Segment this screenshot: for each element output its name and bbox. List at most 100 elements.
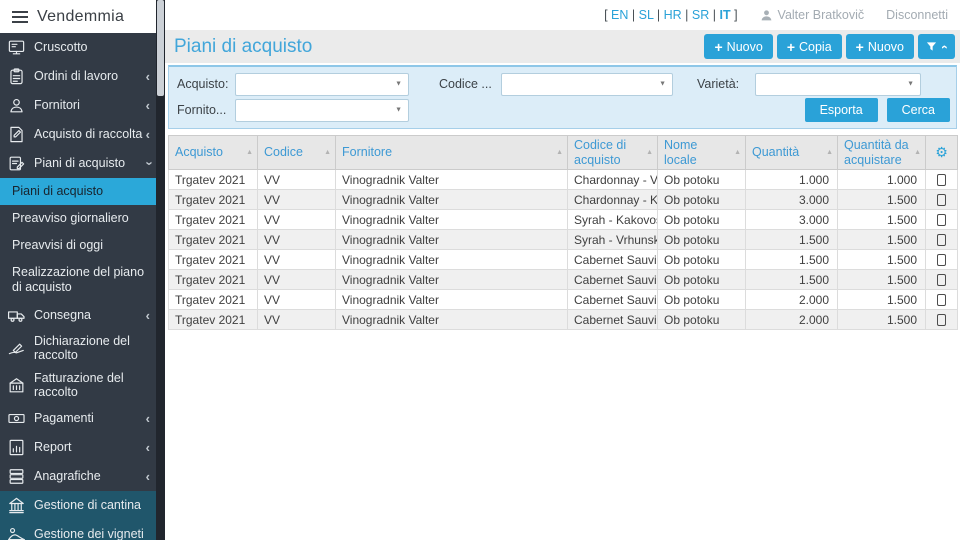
chevron-left-icon: ‹ xyxy=(146,70,150,83)
cell-codice-di-acquisto: Chardonnay - V... xyxy=(568,170,658,190)
submenu-item-preavvisi-di-oggi[interactable]: Preavvisi di oggi xyxy=(0,232,156,259)
cell-quantit-da-acquistare: 1.500 xyxy=(838,270,926,290)
submenu-item-realizzazione-del-piano-di-acquisto[interactable]: Realizzazione del piano di acquisto xyxy=(0,259,156,301)
sidebar-scrollbar[interactable] xyxy=(156,0,165,540)
sidebar-item-fatturazione-del-raccolto[interactable]: Fatturazione del raccolto xyxy=(0,367,156,404)
cell-quantit: 1.500 xyxy=(746,270,838,290)
language-link-sr[interactable]: SR xyxy=(692,8,709,22)
sidebar-item-ordini-di-lavoro[interactable]: Ordini di lavoro‹ xyxy=(0,62,156,91)
sidebar-item-anagrafiche[interactable]: Anagrafiche‹ xyxy=(0,462,156,491)
row-checkbox[interactable] xyxy=(937,174,946,186)
column-header-label: Fornitore xyxy=(342,145,392,159)
row-checkbox[interactable] xyxy=(937,194,946,206)
cell-fornitore: Vinogradnik Valter xyxy=(336,270,568,290)
cell-checkbox xyxy=(926,170,958,190)
harvest-purchase-icon xyxy=(4,125,28,145)
export-button[interactable]: Esporta xyxy=(805,98,878,122)
language-link-hr[interactable]: HR xyxy=(664,8,682,22)
user-info[interactable]: Valter Bratkovič xyxy=(760,8,865,22)
table-row[interactable]: Trgatev 2021VVVinogradnik ValterChardonn… xyxy=(169,190,958,210)
row-checkbox[interactable] xyxy=(937,274,946,286)
cell-fornitore: Vinogradnik Valter xyxy=(336,190,568,210)
table-row[interactable]: Trgatev 2021VVVinogradnik ValterChardonn… xyxy=(169,170,958,190)
filter-toggle-button[interactable]: ‹ xyxy=(918,34,955,59)
sidebar-item-acquisto-di-raccolta[interactable]: Acquisto di raccolta‹ xyxy=(0,120,156,149)
table-row[interactable]: Trgatev 2021VVVinogradnik ValterCabernet… xyxy=(169,290,958,310)
sidebar-item-gestione-di-cantina[interactable]: Gestione di cantina xyxy=(0,491,156,520)
row-checkbox[interactable] xyxy=(937,314,946,326)
sidebar-item-pagamenti[interactable]: Pagamenti‹ xyxy=(0,404,156,433)
submenu-piani-di-acquisto: Piani di acquistoPreavviso giornalieroPr… xyxy=(0,178,156,301)
sidebar-item-consegna[interactable]: Consegna‹ xyxy=(0,301,156,330)
sidebar-scrollbar-thumb[interactable] xyxy=(157,0,164,96)
cell-quantit: 1.000 xyxy=(746,170,838,190)
table-row[interactable]: Trgatev 2021VVVinogradnik ValterCabernet… xyxy=(169,310,958,330)
new-button-2[interactable]: +Nuovo xyxy=(846,34,914,59)
acquisto-select[interactable]: ▼ xyxy=(235,73,409,96)
new-button-2-label: Nuovo xyxy=(868,40,904,54)
sidebar-item-piani-di-acquisto[interactable]: Piani di acquisto‹ xyxy=(0,149,156,178)
cell-acquisto: Trgatev 2021 xyxy=(169,270,258,290)
purchase-plans-icon xyxy=(4,154,28,174)
sidebar-item-label: Fornitori xyxy=(34,98,146,112)
column-header-acquisto[interactable]: Acquisto▲ xyxy=(169,136,258,170)
cell-fornitore: Vinogradnik Valter xyxy=(336,230,568,250)
gear-icon[interactable]: ⚙ xyxy=(935,144,948,160)
dropdown-caret-icon: ▼ xyxy=(395,81,402,88)
column-header-codice[interactable]: Codice▲ xyxy=(258,136,336,170)
table-row[interactable]: Trgatev 2021VVVinogradnik ValterSyrah - … xyxy=(169,230,958,250)
user-name: Valter Bratkovič xyxy=(778,8,865,22)
cell-codice: VV xyxy=(258,230,336,250)
logout-link[interactable]: Disconnetti xyxy=(886,8,948,22)
column-header-quantit[interactable]: Quantità▲ xyxy=(746,136,838,170)
sidebar-item-report[interactable]: Report‹ xyxy=(0,433,156,462)
search-button[interactable]: Cerca xyxy=(887,98,950,122)
sidebar-item-label: Pagamenti xyxy=(34,411,146,425)
cell-checkbox xyxy=(926,250,958,270)
menu-toggle-icon[interactable] xyxy=(12,11,28,23)
cell-nome-locale: Ob potoku xyxy=(658,230,746,250)
fornitore-select[interactable]: ▼ xyxy=(235,99,409,122)
cell-acquisto: Trgatev 2021 xyxy=(169,290,258,310)
submenu-item-piani-di-acquisto[interactable]: Piani di acquisto xyxy=(0,178,156,205)
sidebar-nav: CruscottoOrdini di lavoro‹Fornitori‹Acqu… xyxy=(0,33,156,540)
language-link-en[interactable]: EN xyxy=(611,8,628,22)
row-checkbox[interactable] xyxy=(937,214,946,226)
cell-quantit-da-acquistare: 1.500 xyxy=(838,210,926,230)
language-link-sl[interactable]: SL xyxy=(639,8,654,22)
copy-button[interactable]: +Copia xyxy=(777,34,842,59)
row-checkbox[interactable] xyxy=(937,294,946,306)
sidebar-item-dichiarazione-del-raccolto[interactable]: Dichiarazione del raccolto xyxy=(0,330,156,367)
sidebar-item-gestione-dei-vigneti[interactable]: Gestione dei vigneti xyxy=(0,520,156,540)
table-row[interactable]: Trgatev 2021VVVinogradnik ValterCabernet… xyxy=(169,250,958,270)
column-header-nome-locale[interactable]: Nome locale▲ xyxy=(658,136,746,170)
column-header-fornitore[interactable]: Fornitore▲ xyxy=(336,136,568,170)
table-row[interactable]: Trgatev 2021VVVinogradnik ValterCabernet… xyxy=(169,270,958,290)
column-header-codice-di-acquisto[interactable]: Codice di acquisto▲ xyxy=(568,136,658,170)
submenu-item-preavviso-giornaliero[interactable]: Preavviso giornaliero xyxy=(0,205,156,232)
chevron-left-icon: ‹ xyxy=(146,128,150,141)
language-link-it[interactable]: IT xyxy=(719,8,730,22)
cell-nome-locale: Ob potoku xyxy=(658,290,746,310)
new-button[interactable]: +Nuovo xyxy=(704,34,772,59)
codice-select[interactable]: ▼ xyxy=(501,73,673,96)
cell-quantit-da-acquistare: 1.000 xyxy=(838,170,926,190)
cell-codice: VV xyxy=(258,210,336,230)
fornitore-label: Fornito... xyxy=(177,103,235,117)
codice-label: Codice ... xyxy=(439,77,501,91)
cell-nome-locale: Ob potoku xyxy=(658,310,746,330)
cell-nome-locale: Ob potoku xyxy=(658,210,746,230)
column-settings-header[interactable]: ⚙ xyxy=(926,136,958,170)
cell-checkbox xyxy=(926,310,958,330)
dashboard-icon xyxy=(4,38,28,58)
row-checkbox[interactable] xyxy=(937,234,946,246)
cell-nome-locale: Ob potoku xyxy=(658,250,746,270)
column-header-quantit-da-acquistare[interactable]: Quantità da acquistare▲ xyxy=(838,136,926,170)
varieta-select[interactable]: ▼ xyxy=(755,73,921,96)
sidebar-item-cruscotto[interactable]: Cruscotto xyxy=(0,33,156,62)
column-header-label: Quantità da acquistare xyxy=(844,138,909,166)
row-checkbox[interactable] xyxy=(937,254,946,266)
varieta-label: Varietà: xyxy=(697,77,755,91)
table-row[interactable]: Trgatev 2021VVVinogradnik ValterSyrah - … xyxy=(169,210,958,230)
sidebar-item-fornitori[interactable]: Fornitori‹ xyxy=(0,91,156,120)
